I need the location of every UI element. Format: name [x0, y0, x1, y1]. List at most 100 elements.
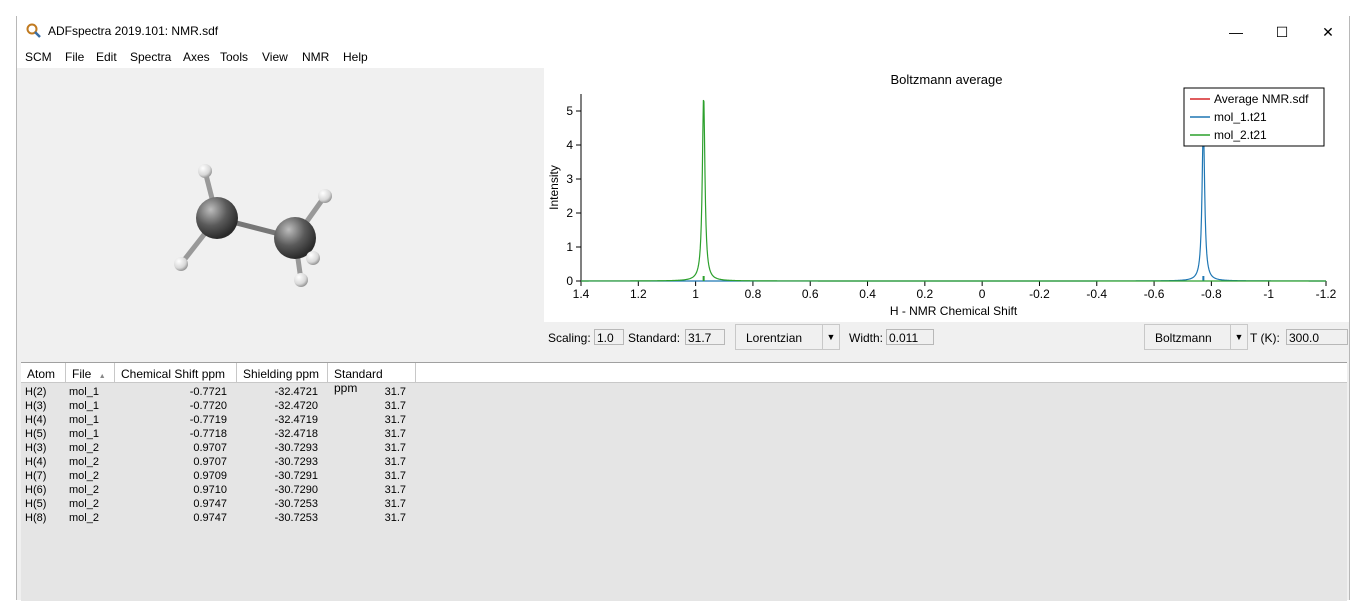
hydrogen-atom[interactable]	[318, 189, 332, 203]
minimize-button[interactable]: —	[1213, 16, 1259, 48]
table-cell: -0.7719	[189, 414, 227, 426]
x-tick-label: -0.8	[1201, 287, 1222, 301]
menu-label: Axes	[183, 50, 210, 64]
table-cell: H(5)	[25, 498, 47, 510]
spectrum-panel[interactable]: Boltzmann average 1.4 1.2 1 0.8 0.6 0.4 0.2 0 -0…	[544, 68, 1349, 322]
nmr-spectrum-chart[interactable]: 1.4 1.2 1 0.8 0.6 0.4 0.2 0 -0.2 -0.4 -0.6 -0.8 -1 -1…	[544, 68, 1349, 322]
table-cell: mol_1	[69, 414, 99, 426]
x-axis-label: H - NMR Chemical Shift	[890, 304, 1018, 318]
spectrum-controls: Scaling: 1.0 Standard: 31.7 Lorentzian ▼…	[544, 322, 1349, 352]
width-input[interactable]: 0.011	[886, 329, 934, 345]
table-cell: mol_1	[69, 428, 99, 440]
standard-input[interactable]: 31.7	[685, 329, 725, 345]
chevron-down-icon[interactable]: ▼	[1230, 325, 1247, 349]
table-row[interactable]: H(7) mol_2 0.9709 -30.7291 31.7	[21, 470, 421, 484]
y-tick-label: 4	[566, 138, 573, 152]
table-cell: 31.7	[384, 470, 406, 482]
table-cell: -32.4718	[274, 428, 318, 440]
carbon-atom[interactable]	[196, 197, 238, 239]
table-cell: -32.4719	[274, 414, 318, 426]
hydrogen-atom[interactable]	[306, 251, 320, 265]
table-cell: 0.9707	[193, 442, 227, 454]
column-header-file[interactable]: File ▲	[66, 363, 115, 383]
chevron-down-icon[interactable]: ▼	[822, 325, 839, 349]
app-window: ADFspectra 2019.101: NMR.sdf — ☐ ✕ SCM F…	[16, 16, 1350, 601]
table-cell: H(3)	[25, 442, 47, 454]
table-cell: 31.7	[384, 498, 406, 510]
table-cell: H(4)	[25, 414, 47, 426]
chart-legend[interactable]: Average NMR.sdf mol_1.t21 mol_2.t21	[1183, 87, 1325, 147]
menu-help[interactable]: Help	[343, 50, 368, 64]
column-header-shielding[interactable]: Shielding ppm	[237, 363, 328, 383]
column-header-label: File	[72, 367, 92, 381]
menu-label: Spectra	[130, 50, 172, 64]
table-row[interactable]: H(2) mol_1 -0.7721 -32.4721 31.7	[21, 386, 421, 400]
table-cell: mol_2	[69, 512, 99, 524]
menu-scm[interactable]: SCM	[25, 50, 52, 64]
lineshape-select[interactable]: Lorentzian ▼	[735, 324, 840, 350]
table-cell: -32.4720	[274, 400, 318, 412]
table-row[interactable]: H(8) mol_2 0.9747 -30.7253 31.7	[21, 512, 421, 526]
table-cell: mol_2	[69, 470, 99, 482]
table-row[interactable]: H(3) mol_1 -0.7720 -32.4720 31.7	[21, 400, 421, 414]
table-cell: -30.7253	[274, 512, 318, 524]
title-bar[interactable]: ADFspectra 2019.101: NMR.sdf — ☐ ✕	[17, 16, 1349, 48]
table-row[interactable]: H(5) mol_1 -0.7718 -32.4718 31.7	[21, 428, 421, 442]
y-tick-label: 2	[566, 206, 573, 220]
temperature-label: T (K):	[1250, 331, 1280, 345]
horizontal-splitter[interactable]	[17, 352, 1349, 360]
table-cell: -30.7291	[274, 470, 318, 482]
x-tick-label: -0.2	[1029, 287, 1050, 301]
menu-edit[interactable]: Edit	[96, 50, 117, 64]
menu-nmr[interactable]: NMR	[302, 50, 329, 64]
menu-tools[interactable]: Tools	[220, 50, 248, 64]
x-tick-label: -1.2	[1316, 287, 1337, 301]
table-cell: H(3)	[25, 400, 47, 412]
molecule-viewer[interactable]	[17, 68, 538, 352]
table-row[interactable]: H(3) mol_2 0.9707 -30.7293 31.7	[21, 442, 421, 456]
spectrum-line	[581, 128, 1326, 282]
maximize-icon: ☐	[1275, 23, 1289, 40]
averaging-select[interactable]: Boltzmann ▼	[1144, 324, 1248, 350]
table-cell: 0.9709	[193, 470, 227, 482]
menu-label: Tools	[220, 50, 249, 64]
table-cell: mol_2	[69, 498, 99, 510]
hydrogen-atom[interactable]	[294, 273, 308, 287]
column-header-standard[interactable]: Standard ppm	[328, 363, 416, 395]
hydrogen-atom[interactable]	[174, 257, 188, 271]
column-header-atom[interactable]: Atom	[21, 363, 66, 383]
column-header-label: Atom	[27, 367, 56, 381]
table-cell: 31.7	[384, 484, 406, 496]
window-title: ADFspectra 2019.101: NMR.sdf	[48, 24, 219, 38]
table-row[interactable]: H(4) mol_2 0.9707 -30.7293 31.7	[21, 456, 421, 470]
scaling-input[interactable]: 1.0	[594, 329, 624, 345]
table-cell: H(8)	[25, 512, 47, 524]
width-label: Width:	[849, 331, 884, 345]
column-header-chemical-shift[interactable]: Chemical Shift ppm	[115, 363, 237, 383]
menu-file[interactable]: File	[65, 50, 84, 64]
column-header-label: Chemical Shift ppm	[121, 367, 226, 381]
table-cell: mol_1	[69, 386, 99, 398]
legend-entry: mol_2.t21	[1214, 128, 1267, 142]
ethane-molecule-graphic[interactable]	[17, 68, 538, 352]
table-cell: 31.7	[384, 386, 406, 398]
table-cell: mol_2	[69, 442, 99, 454]
table-cell: H(7)	[25, 470, 47, 482]
temperature-input[interactable]: 300.0	[1286, 329, 1348, 345]
maximize-button[interactable]: ☐	[1259, 16, 1305, 48]
scaling-label: Scaling:	[548, 331, 591, 345]
x-tick-label: 0.4	[859, 287, 876, 301]
chart-title: Boltzmann average	[890, 72, 1003, 87]
table-row[interactable]: H(5) mol_2 0.9747 -30.7253 31.7	[21, 498, 421, 512]
menu-spectra[interactable]: Spectra	[130, 50, 171, 64]
menu-axes[interactable]: Axes	[183, 50, 210, 64]
menu-view[interactable]: View	[262, 50, 288, 64]
table-cell: 31.7	[384, 442, 406, 454]
table-cell: 0.9747	[193, 498, 227, 510]
table-row[interactable]: H(4) mol_1 -0.7719 -32.4719 31.7	[21, 414, 421, 428]
table-row[interactable]: H(6) mol_2 0.9710 -30.7290 31.7	[21, 484, 421, 498]
table-cell: H(2)	[25, 386, 47, 398]
close-button[interactable]: ✕	[1305, 16, 1351, 48]
hydrogen-atom[interactable]	[198, 164, 212, 178]
averaging-value: Boltzmann	[1155, 331, 1212, 345]
